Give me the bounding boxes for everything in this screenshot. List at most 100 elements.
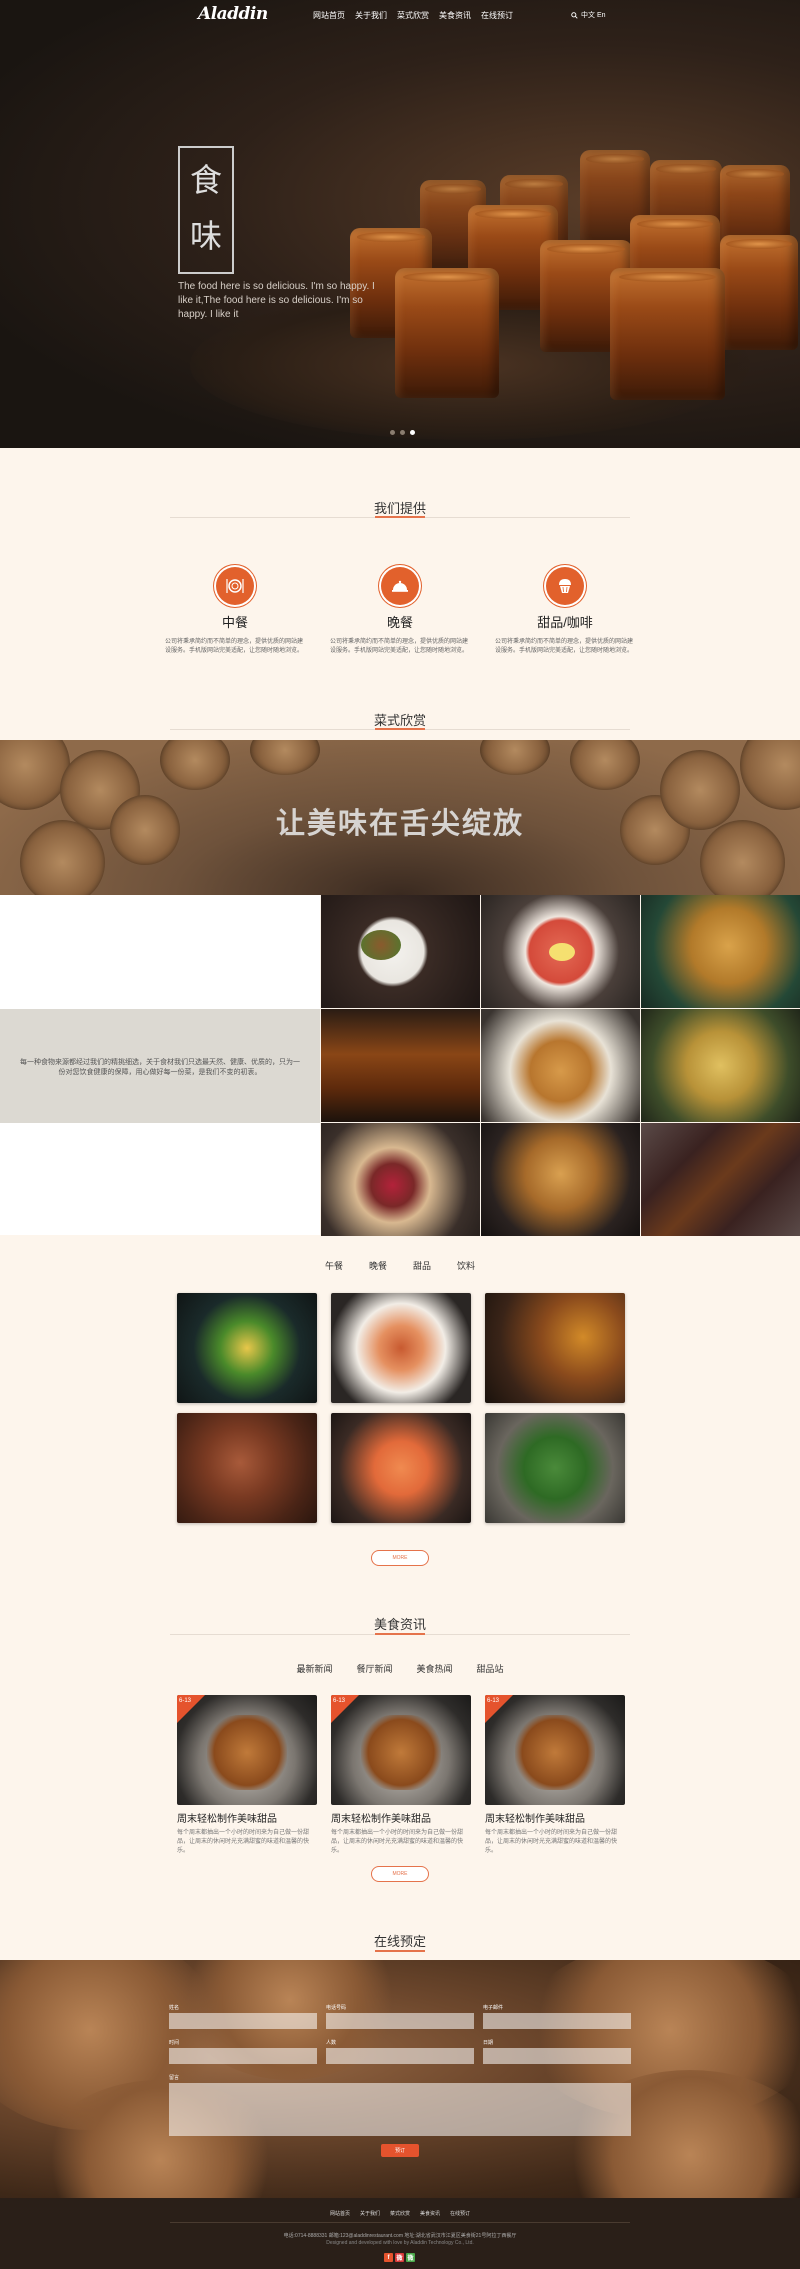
footer-contact: 电话:0714-8888331 邮箱:123@aladdinrestaurant… xyxy=(283,2233,517,2239)
gallery-photo[interactable] xyxy=(481,1123,640,1236)
date-field[interactable] xyxy=(483,2048,631,2064)
slider-dot[interactable] xyxy=(400,430,405,435)
gallery-photo[interactable] xyxy=(321,895,480,1008)
time-field[interactable] xyxy=(169,2048,317,2064)
gallery-banner: 让美味在舌尖绽放 xyxy=(0,740,800,895)
cupcake-icon xyxy=(546,567,584,605)
gallery-photo[interactable] xyxy=(641,1009,800,1122)
service-title: 中餐 xyxy=(221,615,248,630)
gallery-photo[interactable] xyxy=(321,1123,480,1236)
news-headline[interactable]: 周末轻松制作美味甜品 xyxy=(177,1810,317,1825)
name-label: 姓名 xyxy=(169,2005,180,2011)
section-accent xyxy=(375,728,425,730)
name-field[interactable] xyxy=(169,2013,317,2029)
plate-icon xyxy=(216,567,254,605)
news-date: 6-13 xyxy=(333,1698,346,1704)
dish-card[interactable] xyxy=(485,1413,625,1523)
news-more-button[interactable]: MORE xyxy=(371,1866,429,1882)
section-accent xyxy=(375,1633,425,1635)
nav-booking[interactable]: 在线预订 xyxy=(481,10,513,21)
gallery-intro: 每一种食物来源都经过我们的精挑细选，关于食材我们只选最天然、健康、优质的，只为一… xyxy=(20,1059,300,1076)
submit-booking-button[interactable]: 预订 xyxy=(381,2144,419,2157)
tab-food-news[interactable]: 美食热闻 xyxy=(417,1662,453,1675)
news-headline[interactable]: 周末轻松制作美味甜品 xyxy=(331,1810,471,1825)
people-label: 人数 xyxy=(326,2040,337,2046)
service-lunch: 中餐 公司将秉承简约而不简单的理念，提供优质的网站建设服务。手机版网站完美适配，… xyxy=(165,567,305,656)
email-label: 电子邮件 xyxy=(483,2005,504,2011)
note-textarea[interactable] xyxy=(169,2083,631,2136)
tab-lunch[interactable]: 午餐 xyxy=(325,1259,343,1272)
tab-dessert[interactable]: 甜品 xyxy=(413,1259,431,1272)
footer-nav-about[interactable]: 关于我们 xyxy=(360,2210,380,2217)
section-accent xyxy=(375,1950,425,1952)
hero-slider: 食 味 The food here is so delicious. I'm s… xyxy=(0,0,800,448)
footer-nav-news[interactable]: 美食资讯 xyxy=(420,2210,440,2217)
people-field[interactable] xyxy=(326,2048,474,2064)
news-card[interactable]: 6-13 周末轻松制作美味甜品 每个周末都抽出一个小时的时间来为自己做一份甜品，… xyxy=(177,1695,317,1856)
service-desc: 公司将秉承简约而不简单的理念，提供优质的网站建设服务。手机版网站完美适配，让您随… xyxy=(330,639,469,654)
footer-divider xyxy=(170,2222,630,2223)
gallery-photo[interactable] xyxy=(481,895,640,1008)
banner-slogan: 让美味在舌尖绽放 xyxy=(275,808,524,840)
gallery-photo[interactable] xyxy=(321,1009,480,1122)
news-summary: 每个周末都抽出一个小时的时间来为自己做一份甜品，让周末的休闲时光充满甜蜜的味道和… xyxy=(485,1830,618,1854)
search-lang-group: 中文 En xyxy=(571,10,606,20)
gallery-photo[interactable] xyxy=(641,895,800,1008)
dessert-image xyxy=(610,268,725,400)
news-card[interactable]: 6-13 周末轻松制作美味甜品 每个周末都抽出一个小时的时间来为自己做一份甜品，… xyxy=(331,1695,471,1856)
news-tabs: 最新新闻 餐厅新闻 美食热闻 甜品站 xyxy=(0,1662,800,1675)
gallery-photo[interactable] xyxy=(641,1123,800,1236)
service-title: 甜品/咖啡 xyxy=(537,615,593,630)
footer-nav-dishes[interactable]: 菜式欣赏 xyxy=(390,2210,410,2217)
news-title: 美食资讯 xyxy=(373,1617,426,1632)
site-logo[interactable]: Aladdin xyxy=(198,4,268,24)
language-switch[interactable]: 中文 En xyxy=(581,10,606,20)
tab-dessert-station[interactable]: 甜品站 xyxy=(477,1662,504,1675)
slider-dot[interactable] xyxy=(390,430,395,435)
phone-label: 电话号码 xyxy=(326,2005,347,2011)
news-card[interactable]: 6-13 周末轻松制作美味甜品 每个周末都抽出一个小时的时间来为自己做一份甜品，… xyxy=(485,1695,625,1856)
nav-dishes[interactable]: 菜式欣赏 xyxy=(397,10,429,21)
tab-dinner[interactable]: 晚餐 xyxy=(369,1259,387,1272)
dessert-image xyxy=(395,268,499,398)
news-image[interactable]: 6-13 xyxy=(331,1695,471,1805)
news-headline[interactable]: 周末轻松制作美味甜品 xyxy=(485,1810,625,1825)
dish-card[interactable] xyxy=(331,1413,471,1523)
email-field[interactable] xyxy=(483,2013,631,2029)
gallery-title: 菜式欣赏 xyxy=(373,713,426,728)
dish-card[interactable] xyxy=(485,1293,625,1403)
wood-log xyxy=(250,740,320,775)
facebook-icon[interactable]: f xyxy=(384,2253,393,2262)
dish-card[interactable] xyxy=(177,1293,317,1403)
gallery-photo[interactable] xyxy=(481,1009,640,1122)
slider-dot-active[interactable] xyxy=(410,430,415,435)
news-image[interactable]: 6-13 xyxy=(485,1695,625,1805)
dish-card[interactable] xyxy=(177,1413,317,1523)
nav-news[interactable]: 美食资讯 xyxy=(439,10,471,21)
dish-card[interactable] xyxy=(331,1293,471,1403)
wechat-icon[interactable]: 微 xyxy=(406,2253,415,2262)
section-accent xyxy=(375,516,425,518)
search-icon[interactable] xyxy=(571,11,578,19)
slider-dots xyxy=(390,430,415,435)
footer-nav-home[interactable]: 网站首页 xyxy=(330,2210,350,2217)
service-dessert: 甜品/咖啡 公司将秉承简约而不简单的理念，提供优质的网站建设服务。手机版网站完美… xyxy=(495,567,635,656)
tab-drinks[interactable]: 饮料 xyxy=(457,1259,475,1272)
tab-restaurant-news[interactable]: 餐厅新闻 xyxy=(356,1662,392,1675)
phone-field[interactable] xyxy=(326,2013,474,2029)
service-dinner: 晚餐 公司将秉承简约而不简单的理念，提供优质的网站建设服务。手机版网站完美适配，… xyxy=(330,567,470,656)
offer-title: 我们提供 xyxy=(373,501,426,516)
news-summary: 每个周末都抽出一个小时的时间来为自己做一份甜品，让周末的休闲时光充满甜蜜的味道和… xyxy=(331,1830,464,1854)
weibo-icon[interactable]: 微 xyxy=(395,2253,404,2262)
news-image[interactable]: 6-13 xyxy=(177,1695,317,1805)
dishes-more-button[interactable]: MORE xyxy=(371,1550,429,1566)
news-date: 6-13 xyxy=(179,1698,192,1704)
nav-about[interactable]: 关于我们 xyxy=(355,10,387,21)
nav-home[interactable]: 网站首页 xyxy=(313,10,345,21)
dish-tabs: 午餐 晚餐 甜品 饮料 xyxy=(0,1259,800,1272)
tab-latest-news[interactable]: 最新新闻 xyxy=(296,1662,332,1675)
wood-log xyxy=(480,740,550,775)
footer-nav-booking[interactable]: 在线预订 xyxy=(450,2210,470,2217)
service-desc: 公司将秉承简约而不简单的理念，提供优质的网站建设服务。手机版网站完美适配，让您随… xyxy=(165,639,304,654)
service-desc: 公司将秉承简约而不简单的理念，提供优质的网站建设服务。手机版网站完美适配，让您随… xyxy=(495,639,634,654)
